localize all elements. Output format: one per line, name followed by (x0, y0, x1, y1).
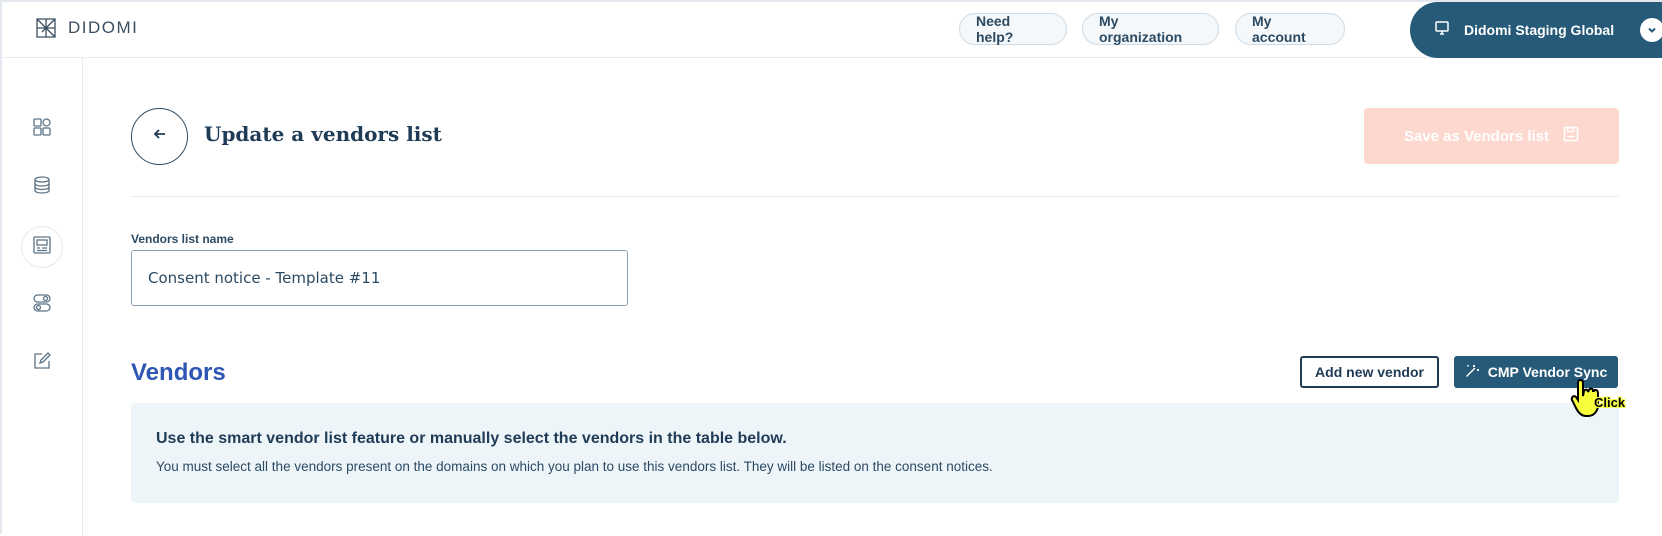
magic-wand-icon (1465, 363, 1480, 381)
didomi-logo-icon (34, 16, 58, 40)
dashboard-icon (33, 117, 51, 141)
chevron-down-icon[interactable] (1640, 18, 1662, 42)
organization-name: Didomi Staging Global (1464, 22, 1615, 38)
info-box-title: Use the smart vendor list feature or man… (156, 430, 787, 447)
header-divider (131, 196, 1619, 197)
arrow-left-icon (153, 127, 167, 146)
save-as-vendors-list-button[interactable]: Save as Vendors list (1364, 108, 1619, 164)
app-frame: DIDOMI Need help? My organization My acc… (0, 0, 1662, 536)
vendors-list-name-label: Vendors list name (131, 232, 234, 246)
page-title: Update a vendors list (204, 122, 442, 146)
database-icon (33, 175, 51, 199)
add-new-vendor-button[interactable]: Add new vendor (1300, 356, 1439, 388)
sidebar-item-consent-notices[interactable] (21, 226, 63, 268)
monitor-icon (1434, 20, 1450, 41)
organization-switcher[interactable]: Didomi Staging Global (1410, 2, 1662, 58)
info-box-text: You must select all the vendors present … (156, 459, 993, 474)
vendors-list-name-input[interactable] (131, 250, 628, 306)
sidebar-item-dashboard[interactable] (21, 108, 63, 150)
save-button-label: Save as Vendors list (1403, 127, 1550, 145)
consent-notice-icon (33, 235, 51, 259)
edit-icon (33, 351, 51, 375)
back-button[interactable] (131, 108, 188, 165)
sidebar-item-preferences[interactable] (21, 284, 63, 326)
brand-logo[interactable]: DIDOMI (34, 16, 138, 40)
sidebar-item-edit[interactable] (21, 342, 63, 384)
smart-vendor-info-box: Use the smart vendor list feature or man… (131, 403, 1619, 503)
sidebar (2, 58, 83, 536)
need-help-button[interactable]: Need help? (959, 13, 1067, 45)
brand-name: DIDOMI (68, 18, 139, 37)
vendors-section-title: Vendors (131, 359, 226, 386)
sidebar-item-data[interactable] (21, 166, 63, 208)
toggles-icon (33, 293, 51, 317)
my-account-button[interactable]: My account (1235, 13, 1345, 45)
click-indicator-label: Click (1594, 395, 1626, 410)
top-bar: DIDOMI Need help? My organization My acc… (2, 2, 1662, 58)
my-organization-button[interactable]: My organization (1082, 13, 1219, 45)
save-icon (1563, 126, 1579, 146)
